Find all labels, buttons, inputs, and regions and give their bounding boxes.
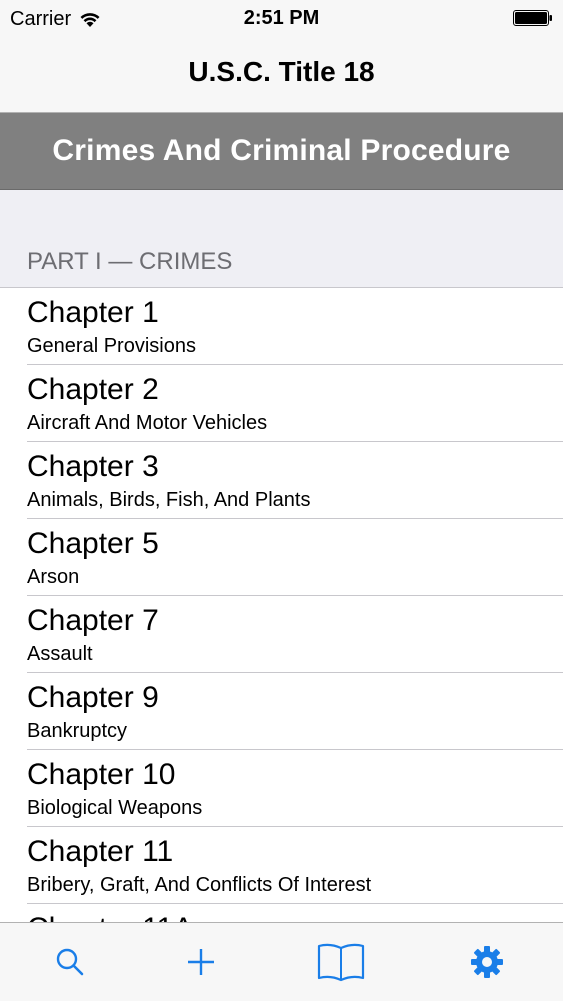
title-banner: Crimes And Criminal Procedure [0, 113, 563, 190]
chapter-list[interactable]: Chapter 1 General Provisions Chapter 2 A… [0, 288, 563, 922]
search-icon [56, 948, 84, 976]
status-time: 2:51 PM [243, 7, 320, 29]
chapter-title: Chapter 11A [27, 912, 193, 922]
bookmarks-tab[interactable] [271, 923, 411, 1001]
list-item[interactable]: Chapter 11A [0, 904, 563, 922]
list-item[interactable]: Chapter 11 Bribery, Graft, And Conflicts… [0, 827, 563, 904]
list-item[interactable]: Chapter 7 Assault [0, 596, 563, 673]
search-tab[interactable] [0, 923, 140, 1001]
chapter-title: Chapter 9 [27, 681, 159, 714]
settings-tab[interactable] [417, 923, 557, 1001]
tab-bar [0, 922, 563, 1001]
list-item[interactable]: Chapter 5 Arson [0, 519, 563, 596]
gear-icon [471, 946, 503, 978]
chapter-subtitle: Aircraft And Motor Vehicles [27, 412, 268, 434]
chapter-title: Chapter 2 [27, 373, 159, 406]
nav-title: U.S.C. Title 18 [188, 56, 375, 87]
banner-title: Crimes And Criminal Procedure [52, 134, 511, 167]
chapter-title: Chapter 1 [27, 296, 159, 329]
chapter-title: Chapter 5 [27, 527, 159, 560]
chapter-title: Chapter 3 [27, 450, 159, 483]
list-item[interactable]: Chapter 2 Aircraft And Motor Vehicles [0, 365, 563, 442]
navigation-bar: U.S.C. Title 18 [0, 36, 563, 113]
chapter-subtitle: Biological Weapons [27, 797, 203, 819]
chapter-subtitle: Assault [27, 643, 93, 665]
chapter-title: Chapter 11 [27, 835, 174, 868]
chapter-subtitle: Animals, Birds, Fish, And Plants [27, 489, 311, 511]
section-header-area: PART I — CRIMES [0, 190, 563, 288]
chapter-subtitle: Bankruptcy [27, 720, 128, 742]
chapter-subtitle: General Provisions [27, 335, 196, 357]
section-header: PART I — CRIMES [27, 248, 233, 275]
battery-icon [513, 10, 552, 26]
chapter-title: Chapter 7 [27, 604, 159, 637]
list-item[interactable]: Chapter 3 Animals, Birds, Fish, And Plan… [0, 442, 563, 519]
book-icon [317, 943, 365, 982]
list-item[interactable]: Chapter 9 Bankruptcy [0, 673, 563, 750]
chapter-subtitle: Arson [27, 566, 80, 588]
chapter-title: Chapter 10 [27, 758, 176, 791]
chapter-subtitle: Bribery, Graft, And Conflicts Of Interes… [27, 874, 372, 896]
list-item[interactable]: Chapter 1 General Provisions [0, 288, 563, 365]
list-item[interactable]: Chapter 10 Biological Weapons [0, 750, 563, 827]
add-tab[interactable] [131, 923, 271, 1001]
add-icon [188, 949, 214, 975]
status-bar: Carrier 2:51 PM [0, 0, 563, 36]
